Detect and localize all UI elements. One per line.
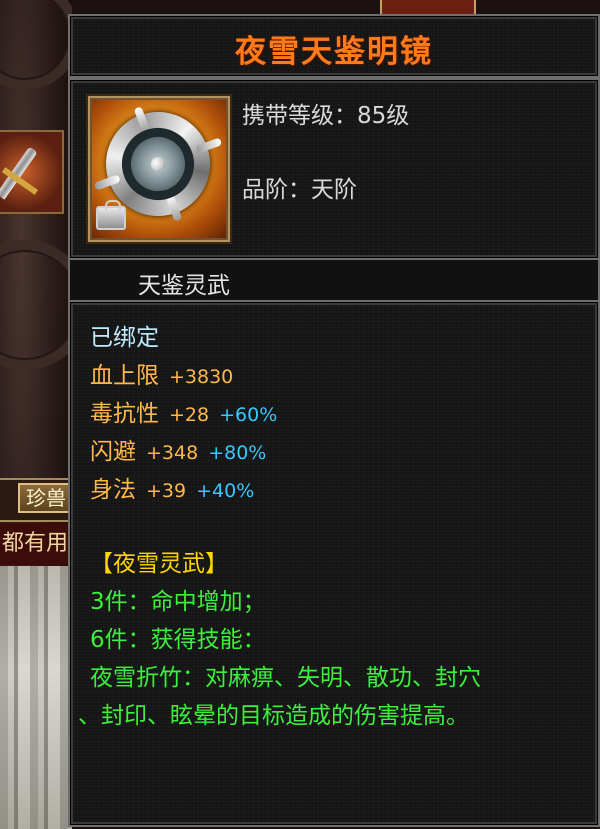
attribute-percent: +40%	[196, 480, 255, 502]
attribute-name: 毒抗性	[90, 401, 159, 427]
attribute-name: 身法	[90, 477, 136, 503]
item-tooltip: 夜雪天鉴明镜 携带等级：85级 品阶：天阶 天鉴灵武 已绑定 血上限 +3830	[68, 14, 600, 829]
mirror-core	[149, 155, 167, 173]
item-name: 夜雪天鉴明镜	[235, 34, 433, 70]
background-stone-wall	[0, 566, 72, 829]
item-category: 天鉴灵武	[138, 273, 230, 299]
background-banner: 都有用	[0, 523, 72, 565]
tooltip-body: 已绑定 血上限 +3830 毒抗性 +28 +60% 闪避 +348 +80% 身法 +39…	[68, 300, 600, 827]
attribute-percent: +80%	[208, 442, 267, 464]
item-icon-slot[interactable]	[88, 96, 230, 242]
set-bonus-6: 6件：获得技能：	[90, 627, 266, 653]
background-game-ui: 珍兽 都有用	[0, 0, 72, 829]
tooltip-title-bar: 夜雪天鉴明镜	[68, 14, 600, 78]
background-ornament	[0, 240, 72, 370]
attribute-value: +348	[146, 442, 199, 464]
set-bonus-3: 3件：命中增加；	[90, 589, 266, 615]
attribute-row: 身法 +39 +40%	[90, 470, 254, 504]
mirror-spike	[195, 137, 223, 154]
lock-icon	[96, 200, 126, 230]
skill-description: 夜雪折竹：对麻痹、失明、散功、封穴	[90, 665, 481, 691]
tooltip-header: 携带等级：85级 品阶：天阶	[68, 78, 600, 260]
attribute-value: +28	[169, 404, 210, 426]
mirror-spike	[93, 174, 121, 191]
item-category-bar: 天鉴灵武	[68, 260, 600, 300]
attribute-row: 毒抗性 +28 +60%	[90, 394, 277, 428]
attribute-name: 血上限	[90, 363, 159, 389]
background-ornament	[0, 0, 72, 90]
attribute-value: +39	[146, 480, 187, 502]
attribute-percent: +60%	[219, 404, 278, 426]
attribute-value: +3830	[169, 366, 234, 388]
set-title: 【夜雪灵武】	[90, 551, 228, 577]
mirror-spike	[165, 194, 183, 222]
attribute-name: 闪避	[90, 439, 136, 465]
tab-pet[interactable]: 珍兽	[18, 483, 72, 513]
level-requirement: 携带等级：85级	[242, 103, 410, 129]
item-grade: 品阶：天阶	[242, 177, 357, 203]
attribute-row: 血上限 +3830	[90, 356, 233, 390]
mirror-ring	[111, 117, 205, 211]
bound-status: 已绑定	[90, 325, 159, 351]
attribute-row: 闪避 +348 +80%	[90, 432, 266, 466]
skill-description: 、封印、眩晕的目标造成的伤害提高。	[78, 703, 469, 729]
inventory-slot-sword[interactable]	[0, 130, 64, 214]
